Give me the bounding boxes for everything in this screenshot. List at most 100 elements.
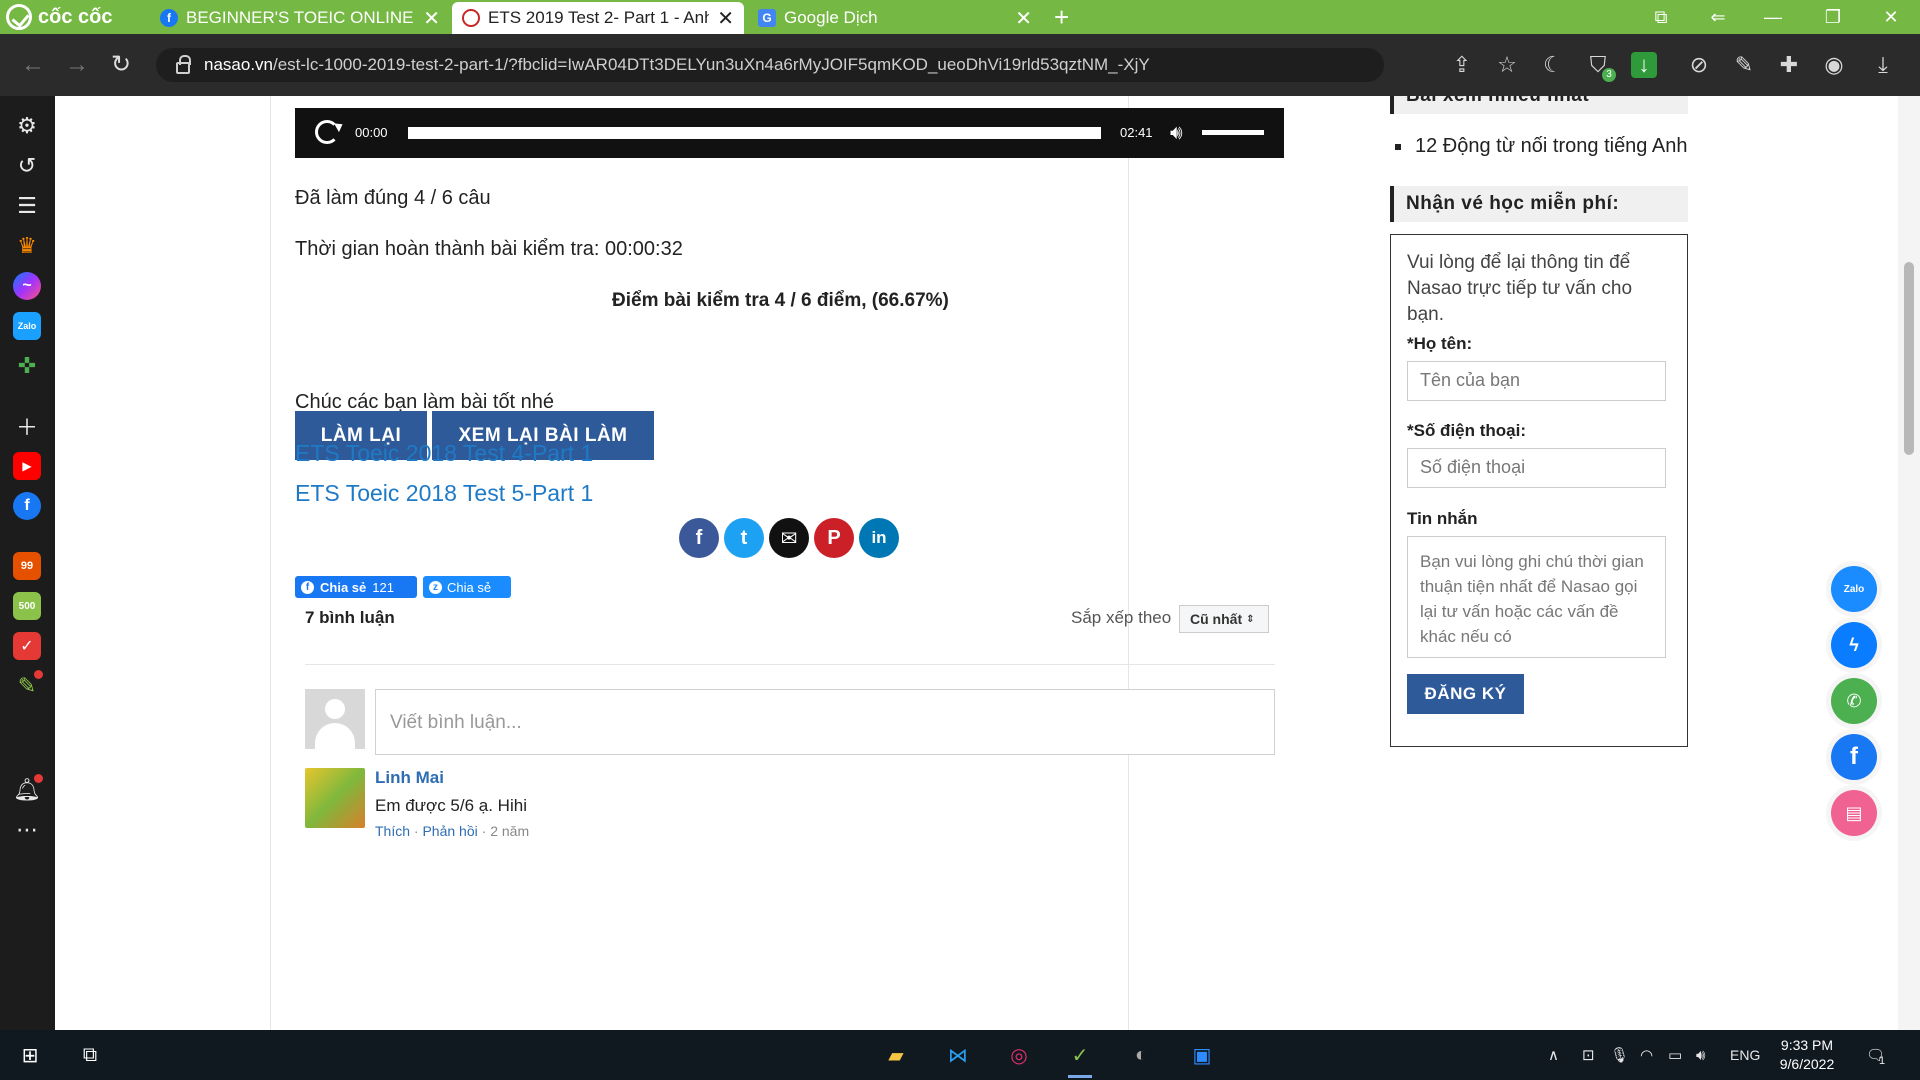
savior-download-icon[interactable]: ↓ (1631, 52, 1657, 78)
comment-count: 7 bình luận (305, 608, 395, 627)
tray-device-icon[interactable]: ⊡ (1582, 1030, 1595, 1080)
compass-icon[interactable]: ⊘ (1684, 50, 1714, 80)
zalo-share-button[interactable]: z Chia sẻ (423, 576, 511, 598)
windows-start-icon[interactable]: ⊞ (10, 1036, 50, 1074)
twitter-share-icon[interactable]: t (724, 518, 764, 558)
tab-google-translate[interactable]: G Google Dịch ✕ (748, 2, 1042, 34)
address-bar[interactable]: nasao.vn/est-lc-1000-2019-test-2-part-1/… (156, 48, 1384, 82)
tab-title: BEGINNER'S TOEIC ONLINE 2 (186, 8, 416, 27)
downloads-icon[interactable]: ⤓ (1868, 50, 1898, 80)
reload-icon[interactable]: ↻ (106, 51, 136, 81)
comment-divider (305, 664, 1275, 665)
audio-progress-track[interactable] (408, 127, 1101, 139)
volume-icon[interactable]: 🔊︎ (1170, 122, 1192, 144)
browser-brand[interactable]: cốc cốc (6, 0, 136, 34)
speaker-icon[interactable]: 🔊︎ (1696, 1030, 1705, 1080)
coccoc-taskbar-icon[interactable]: ✓ (1060, 1036, 1100, 1078)
sort-arrows-icon: ⇕ (1246, 613, 1255, 625)
replay-icon[interactable] (315, 120, 339, 144)
minimize-icon[interactable]: — (1748, 0, 1798, 34)
messenger-icon[interactable]: ϟ (1831, 622, 1877, 668)
pinterest-share-icon[interactable]: P (814, 518, 854, 558)
url-host: nasao.vn (204, 55, 273, 74)
sort-select[interactable]: Cũ nhất ⇕ (1179, 605, 1269, 633)
input-language[interactable]: ENG (1730, 1030, 1760, 1080)
file-explorer-icon[interactable]: ▰ (876, 1036, 916, 1074)
sync-icon[interactable]: ⇐ (1693, 0, 1743, 34)
tray-chevron-icon[interactable]: ∧ (1548, 1030, 1559, 1080)
message-field[interactable]: Bạn vui lòng ghi chú thời gian thuận tiệ… (1407, 536, 1666, 658)
instagram-icon[interactable]: ◎ (999, 1036, 1039, 1074)
comment-input[interactable]: Viết bình luận... (375, 689, 1275, 755)
related-link-test4[interactable]: ETS Toeic 2018 Test 4-Part 1 (295, 440, 593, 467)
scrollbar-thumb[interactable] (1904, 262, 1914, 455)
popular-post-item[interactable]: 12 Động từ nối trong tiếng Anh (1394, 135, 1687, 158)
close-icon[interactable]: ✕ (1015, 6, 1032, 31)
reply-link[interactable]: Phản hồi (422, 823, 477, 839)
tab-ets-2019[interactable]: ETS 2019 Test 2- Part 1 - Anh ✕ (452, 2, 744, 34)
avatar[interactable] (305, 768, 365, 828)
comment-text: Em được 5/6 ạ. Hihi (375, 796, 527, 815)
name-label: *Họ tên: (1407, 334, 1473, 353)
commenter-name[interactable]: Linh Mai (375, 768, 444, 788)
volume-slider[interactable] (1202, 130, 1264, 135)
extensions-puzzle-icon[interactable]: ✚ (1774, 50, 1804, 80)
microphone-icon[interactable]: 🎙︎ (1610, 1030, 1629, 1080)
card-icon[interactable]: ▤ (1831, 790, 1877, 836)
taskbar-clock[interactable]: 9:33 PM 9/6/2022 (1772, 1036, 1842, 1074)
new-tab-icon[interactable]: + (1054, 2, 1069, 33)
vscode-icon[interactable]: ⋈ (938, 1036, 978, 1074)
app-disc-icon[interactable]: ◐ (1121, 1036, 1161, 1074)
test-score: Điểm bài kiểm tra 4 / 6 điểm, (66.67%) (612, 290, 949, 311)
address-toolbar: ← → ↻ nasao.vn/est-lc-1000-2019-test-2-p… (0, 34, 1920, 96)
fb-share-label: Chia sẻ (320, 579, 367, 595)
completion-time: Thời gian hoàn thành bài kiểm tra: 00:00… (295, 238, 683, 260)
zalo-contact-button[interactable]: Zalo (1831, 566, 1877, 612)
default-avatar (305, 689, 365, 749)
related-link-test5[interactable]: ETS Toeic 2018 Test 5-Part 1 (295, 480, 593, 507)
forward-icon[interactable]: → (62, 51, 92, 81)
phone-field[interactable]: Số điện thoại (1407, 448, 1666, 488)
wifi-icon[interactable]: ◠ (1640, 1030, 1653, 1080)
task-view-icon[interactable]: ⧉ (70, 1036, 110, 1074)
adblock-icon[interactable]: ⛉ 3 (1583, 50, 1616, 82)
encouragement-text: Chúc các bạn làm bài tốt nhé (295, 391, 555, 413)
tab-facebook[interactable]: f BEGINNER'S TOEIC ONLINE 2 ✕ (150, 2, 450, 34)
linkedin-share-icon[interactable]: in (859, 518, 899, 558)
reader-mode-icon[interactable]: ⧉ (1636, 0, 1686, 34)
battery-icon[interactable]: ▭ (1668, 1030, 1682, 1080)
tab-title: Google Dịch (784, 8, 878, 27)
zoom-icon[interactable]: ▣ (1182, 1036, 1222, 1074)
vertical-scrollbar[interactable] (1898, 96, 1920, 1030)
facebook-icon: f (160, 9, 178, 27)
back-icon[interactable]: ← (18, 51, 48, 81)
audio-player: 00:00 02:41 🔊︎ (295, 108, 1284, 158)
email-share-icon[interactable]: ✉ (769, 518, 809, 558)
share-icon[interactable]: ⇪ (1447, 50, 1477, 80)
window-close-icon[interactable]: ✕ (1866, 0, 1916, 34)
pen-extension-icon[interactable]: ✎ (1729, 50, 1759, 80)
name-field[interactable]: Tên của bạn (1407, 361, 1666, 401)
facebook-share-icon[interactable]: f (679, 518, 719, 558)
close-icon[interactable]: ✕ (717, 6, 734, 31)
windows-taskbar: ⊞ ⧉ ▰ ⋈ ◎ ✓ ◐ ▣ ∧ ⊡ 🎙︎ ◠ ▭ 🔊︎ ENG 9:33 P… (0, 1030, 1920, 1080)
tab-title: ETS 2019 Test 2- Part 1 - Anh (488, 8, 710, 27)
adblock-badge: 3 (1602, 68, 1616, 82)
profile-icon[interactable]: ◉ (1819, 50, 1849, 80)
notification-count: 1 (1879, 1055, 1886, 1067)
facebook-icon: f (301, 580, 314, 594)
bookmark-star-icon[interactable]: ☆ (1492, 50, 1522, 80)
facebook-share-button[interactable]: f Chia sẻ 121 (295, 576, 417, 598)
register-button[interactable]: ĐĂNG KÝ (1407, 674, 1524, 714)
dark-mode-icon[interactable]: ☾ (1538, 50, 1568, 80)
like-link[interactable]: Thích (375, 823, 410, 839)
form-intro: Vui lòng để lại thông tin để Nasao trực … (1407, 252, 1633, 325)
brand-label: cốc cốc (38, 5, 113, 28)
maximize-icon[interactable]: ❐ (1808, 0, 1858, 34)
close-icon[interactable]: ✕ (423, 6, 440, 31)
tab-strip: cốc cốc f BEGINNER'S TOEIC ONLINE 2 ✕ ET… (0, 0, 1920, 34)
facebook-icon[interactable]: f (1831, 734, 1877, 780)
clock-date: 9/6/2022 (1779, 1056, 1835, 1072)
notification-center-icon[interactable]: 🗨︎ 1 (1866, 1030, 1885, 1080)
phone-icon[interactable]: ✆ (1831, 678, 1877, 724)
